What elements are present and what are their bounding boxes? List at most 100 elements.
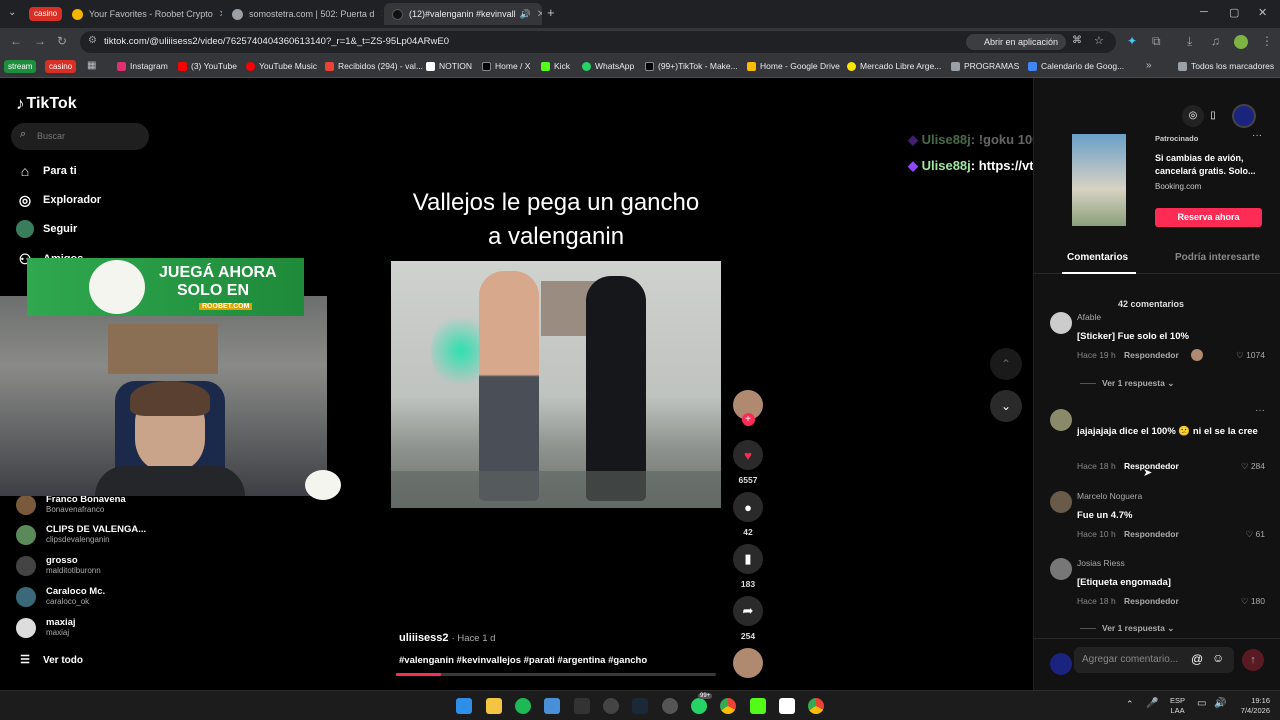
view-replies-button[interactable]: Ver 1 respuesta ⌄ [1080,623,1174,634]
avatar[interactable] [1050,312,1072,334]
clock[interactable]: 19:16 7/4/2026 [1232,696,1270,716]
close-icon[interactable]: ✕ [213,9,222,20]
kick-icon[interactable] [750,698,766,714]
bookmark-youtube[interactable]: (3) YouTube [178,61,237,71]
extension-icon[interactable]: ✦ [1127,34,1137,48]
sound-avatar[interactable] [732,648,764,678]
ad-cta-button[interactable]: Reserva ahora [1155,208,1262,227]
ad-more-icon[interactable]: ··· [1252,130,1262,141]
bookmark-folder-stream[interactable]: stream [4,60,37,73]
see-all-link[interactable]: ☰ Ver todo [16,651,83,669]
language-indicator[interactable]: ESP LAA [1170,696,1185,716]
comment-author[interactable]: Marcelo Noguera [1077,491,1142,501]
close-icon[interactable]: ✕ [374,9,382,20]
volume-icon[interactable]: 🔊 [1214,698,1226,709]
following-item[interactable]: grosso malditotiburonn [16,555,101,576]
creator-avatar-button[interactable]: + [732,390,764,426]
bookmark-notion[interactable]: NOTION [426,61,472,71]
compass-icon[interactable]: ◎ [1182,105,1204,127]
tab-somostetra[interactable]: somostetra.com | 502: Puerta d ✕ [224,3,382,25]
steam-icon[interactable] [632,698,648,714]
all-bookmarks-folder[interactable]: Todos los marcadores [1178,61,1274,71]
new-tab-button[interactable]: + [547,5,555,20]
tab-roobet[interactable]: Your Favorites - Roobet Crypto ✕ [64,3,222,25]
site-info-icon[interactable]: ⚙ [88,35,97,46]
back-icon[interactable]: ← [10,34,22,48]
chrome-active-icon[interactable] [808,698,824,714]
url-text[interactable]: tiktok.com/@uliiisess2/video/76257404043… [104,36,449,47]
media-icon[interactable]: ♫ [1211,34,1220,48]
bookmark-kick[interactable]: Kick [541,61,570,71]
tiktok-logo[interactable]: ♪ TikTok [16,94,77,114]
following-item[interactable]: CLIPS DE VALENGA... clipsdevalenganin [16,524,146,545]
emoji-icon[interactable]: ☺ [1212,651,1224,665]
video-player[interactable] [391,261,721,508]
search-box[interactable]: ⌕ Buscar [11,123,149,150]
puzzle-icon[interactable]: ⧉ [1152,34,1161,49]
reply-button[interactable]: Respondedor [1124,529,1179,539]
save-button[interactable]: ▮ 183 [732,544,764,589]
epic-games-icon[interactable] [574,698,590,714]
obs-icon[interactable] [603,698,619,714]
tab-group-casino[interactable]: casino [29,7,63,21]
speaker-icon[interactable]: 🔊 [520,9,531,20]
video-author[interactable]: uliiisess2 · Hace 1 d [399,632,495,644]
network-icon[interactable]: ▭ [1197,698,1206,709]
like-comment-button[interactable]: ♡ 180 [1241,596,1265,607]
bookmark-instagram[interactable]: Instagram [117,61,168,71]
share-button[interactable]: ➦ 254 [732,596,764,641]
tab-tiktok[interactable]: (12)#valenganin #kevinvall 🔊 ✕ [384,3,542,25]
reply-button[interactable]: Respondedor [1124,596,1179,606]
previous-video-button[interactable]: ⌃ [990,348,1022,380]
download-icon[interactable]: ⤓ [1187,34,1192,49]
mention-icon[interactable]: @ [1191,652,1203,666]
tab-search-button[interactable]: ⌄ [8,7,16,18]
reply-button[interactable]: Respondedor [1124,350,1179,360]
profile-avatar[interactable] [1232,104,1256,128]
star-icon[interactable]: ☆ [1094,34,1104,47]
follow-plus-icon[interactable]: + [741,413,755,426]
bookmark-calendar[interactable]: Calendario de Goog... [1028,61,1124,71]
profile-avatar-icon[interactable] [1234,35,1248,49]
bookmark-google-drive[interactable]: Home - Google Drive [747,61,840,71]
reload-icon[interactable]: ↻ [57,34,67,48]
following-item[interactable]: Caraloco Mc. caraloco_ok [16,586,105,607]
video-progress-track[interactable] [396,673,716,676]
following-item[interactable]: Franco Bonavena Bonavenafranco [16,494,126,515]
comment-input[interactable]: Agregar comentario... @ ☺ [1074,647,1234,673]
comment-author[interactable]: Afable [1077,312,1101,322]
nav-para-ti[interactable]: ⌂ Para ti [16,162,77,180]
address-bar[interactable]: ⚙ tiktok.com/@uliiisess2/video/762574040… [80,31,1116,53]
settings-icon[interactable] [662,698,678,714]
like-comment-button[interactable]: ♡ 1074 [1236,350,1265,361]
nav-seguir[interactable]: Seguir [16,220,77,238]
tab-podria-interesarte[interactable]: Podría interesarte [1175,252,1260,263]
like-button[interactable]: ♥ 6557 [732,440,764,485]
avatar[interactable] [1050,409,1072,431]
bookmark-x[interactable]: Home / X [482,61,530,71]
bookmark-mercado-libre[interactable]: Mercado Libre Arge... [847,61,941,71]
bookmark-gmail[interactable]: Recibidos (294) - val... [325,61,423,71]
chrome-icon[interactable] [720,698,736,714]
apps-grid-icon[interactable]: ▦ [87,60,96,71]
spotify-icon[interactable] [515,698,531,714]
bookmark-whatsapp[interactable]: WhatsApp [582,61,634,71]
bookmark-youtube-music[interactable]: YouTube Music [246,61,317,71]
microphone-icon[interactable]: 🎤 [1146,698,1158,709]
comment-author[interactable]: Josias Riess [1077,558,1125,568]
tab-comentarios[interactable]: Comentarios [1067,252,1128,263]
next-video-button[interactable]: ⌄ [990,390,1022,422]
more-options-icon[interactable]: ··· [1255,405,1265,416]
file-explorer-icon[interactable] [486,698,502,714]
like-comment-button[interactable]: ♡ 284 [1241,461,1265,472]
windows-start-icon[interactable] [456,698,472,714]
tray-chevron-icon[interactable]: ⌃ [1126,699,1134,710]
more-bookmarks-icon[interactable]: » [1146,60,1152,71]
notion-icon[interactable] [779,698,795,714]
view-replies-button[interactable]: Ver 1 respuesta ⌄ [1080,378,1174,389]
bookmark-folder-casino[interactable]: casino [45,60,77,73]
sponsored-ad[interactable]: Patrocinado ··· Si cambias de avión, can… [1050,130,1265,230]
nav-explorador[interactable]: ◎ Explorador [16,191,101,209]
avatar[interactable] [1050,558,1072,580]
like-comment-button[interactable]: ♡ 61 [1246,529,1265,540]
